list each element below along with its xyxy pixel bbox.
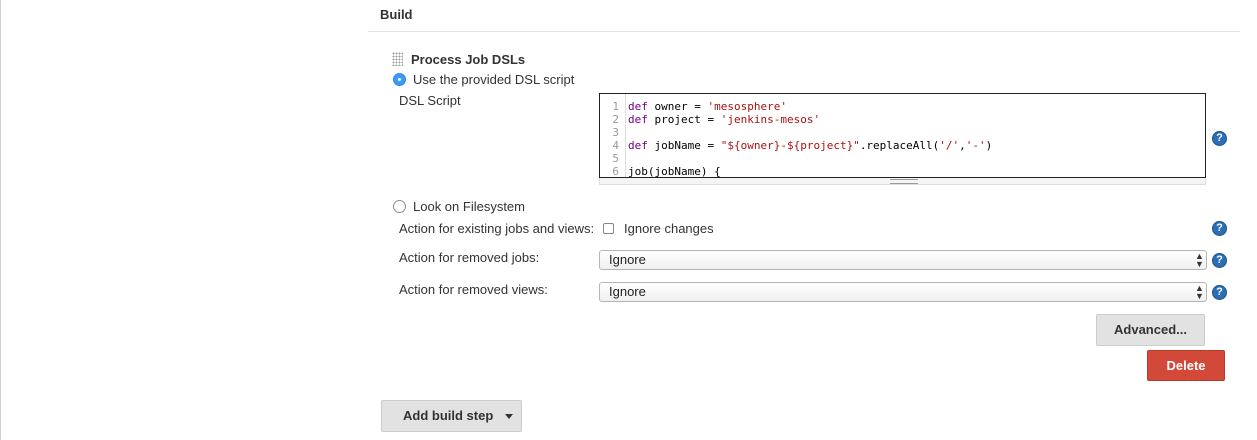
line-number: 1 bbox=[612, 100, 619, 113]
radio-use-dsl-script[interactable] bbox=[393, 73, 406, 86]
removed-views-select-value: Ignore bbox=[609, 284, 646, 299]
line-number: 4 bbox=[612, 139, 619, 152]
line-number: 2 bbox=[612, 113, 619, 126]
code-token: def bbox=[628, 100, 648, 113]
code-line: 5 bbox=[600, 152, 628, 165]
ignore-changes-label[interactable]: Ignore changes bbox=[624, 221, 714, 236]
radio-look-on-filesystem[interactable] bbox=[393, 200, 406, 213]
code-token: 'mesosphere' bbox=[707, 100, 787, 113]
code-token: owner = bbox=[647, 100, 708, 113]
code-token: "${owner}-${project}" bbox=[720, 139, 860, 152]
code-token: jobName = bbox=[647, 139, 721, 152]
delete-button[interactable]: Delete bbox=[1147, 350, 1225, 381]
line-number: 6 bbox=[612, 165, 619, 178]
code-token: def bbox=[628, 139, 648, 152]
radio-look-on-filesystem-label[interactable]: Look on Filesystem bbox=[413, 199, 525, 214]
code-line: 6 job(jobName) { bbox=[600, 165, 721, 178]
section-title-build: Build bbox=[380, 7, 413, 22]
removed-views-label: Action for removed views: bbox=[399, 282, 548, 297]
radio-use-dsl-script-label[interactable]: Use the provided DSL script bbox=[413, 72, 574, 87]
code-line: 2 def project = 'jenkins-mesos' bbox=[600, 113, 820, 126]
step-title: Process Job DSLs bbox=[411, 52, 526, 67]
code-token: project = bbox=[647, 113, 721, 126]
line-number: 3 bbox=[612, 126, 619, 139]
code-token: .replaceAll( bbox=[859, 139, 940, 152]
advanced-button[interactable]: Advanced... bbox=[1096, 314, 1205, 346]
removed-jobs-select-value: Ignore bbox=[609, 252, 646, 267]
up-down-arrows-icon: ▲ ▼ bbox=[1195, 283, 1204, 301]
code-token: job(jobName) { bbox=[628, 165, 721, 178]
existing-jobs-label: Action for existing jobs and views: bbox=[399, 221, 595, 236]
code-token: 'jenkins-mesos' bbox=[720, 113, 821, 126]
section-divider bbox=[368, 31, 1240, 32]
line-number: 5 bbox=[612, 152, 619, 165]
code-line: 4 def jobName = "${owner}-${project}".rep… bbox=[600, 139, 992, 152]
code-line: 1 def owner = 'mesosphere' bbox=[600, 100, 787, 113]
code-token: def bbox=[628, 113, 648, 126]
help-icon[interactable]: ? bbox=[1212, 221, 1227, 236]
code-token: , bbox=[959, 139, 966, 152]
removed-views-select[interactable]: Ignore ▲ ▼ bbox=[599, 282, 1207, 302]
ignore-changes-checkbox[interactable] bbox=[603, 223, 614, 234]
drag-handle-icon[interactable] bbox=[392, 52, 403, 66]
code-token: '/' bbox=[939, 139, 960, 152]
help-icon[interactable]: ? bbox=[1212, 253, 1227, 268]
help-icon[interactable]: ? bbox=[1212, 285, 1227, 300]
help-icon[interactable]: ? bbox=[1212, 131, 1227, 146]
up-down-arrows-icon: ▲ ▼ bbox=[1195, 251, 1204, 269]
removed-jobs-select[interactable]: Ignore ▲ ▼ bbox=[599, 250, 1207, 270]
dsl-script-label: DSL Script bbox=[399, 93, 461, 108]
add-build-step-button[interactable]: Add build step bbox=[381, 400, 522, 432]
page-left-border bbox=[0, 0, 1, 440]
add-build-step-label: Add build step bbox=[403, 408, 494, 423]
code-token: ) bbox=[985, 139, 993, 152]
code-token: '-' bbox=[965, 139, 986, 152]
code-line: 3 bbox=[600, 126, 628, 139]
dsl-script-editor[interactable]: 1 def owner = 'mesosphere' 2 def project = … bbox=[599, 93, 1206, 178]
editor-resize-handle[interactable] bbox=[599, 178, 1206, 185]
caret-down-icon[interactable] bbox=[505, 414, 513, 419]
removed-jobs-label: Action for removed jobs: bbox=[399, 250, 540, 265]
